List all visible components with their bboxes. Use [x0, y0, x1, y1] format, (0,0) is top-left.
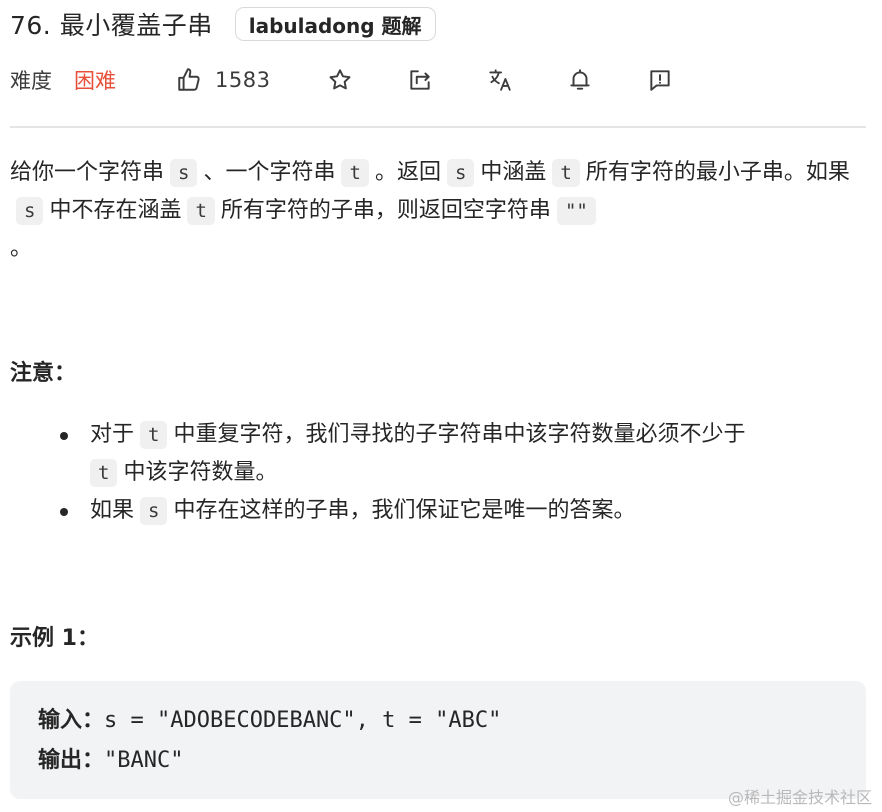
example-block: 输入：s = "ADOBECODEBANC", t = "ABC" 输出："BA… — [10, 681, 866, 799]
note-text: 中重复字符，我们寻找的子字符串中该字符数量必须不少于 — [173, 422, 746, 447]
notes-list: 对于 t 中重复字符，我们寻找的子字符串中该字符数量必须不少于 t 中该字符数量。 如果… — [10, 416, 866, 530]
code-t: t — [341, 159, 369, 187]
subscribe-button[interactable] — [566, 60, 594, 100]
list-item: 对于 t 中重复字符，我们寻找的子字符串中该字符数量必须不少于 t 中该字符数量。 — [10, 416, 866, 492]
desc-text: 中不存在涵盖 — [49, 198, 182, 223]
like-count: 1583 — [215, 68, 271, 92]
translate-icon — [486, 66, 514, 94]
note-text: 对于 — [90, 422, 135, 447]
note-text: 如果 — [90, 498, 135, 523]
desc-text: 、一个字符串 — [203, 160, 336, 185]
thumbs-up-icon — [175, 66, 203, 94]
note-text: 中该字符数量。 — [123, 460, 278, 485]
notes-heading: 注意： — [10, 361, 77, 386]
desc-text: 所有字符的子串，则返回空字符串 — [220, 198, 551, 223]
code-empty-string: "" — [556, 197, 596, 225]
example-input-line: 输入：s = "ADOBECODEBANC", t = "ABC" — [38, 701, 838, 741]
meta-row: 难度 困难 1583 — [10, 60, 870, 100]
solution-badge[interactable]: labuladong 题解 — [234, 7, 436, 41]
bell-icon — [566, 66, 594, 94]
code-t: t — [140, 421, 168, 449]
like-button[interactable]: 1583 — [175, 60, 270, 100]
feedback-icon — [646, 66, 674, 94]
translate-button[interactable] — [486, 60, 514, 100]
code-t: t — [90, 459, 118, 487]
desc-text: 给你一个字符串 — [10, 160, 165, 185]
difficulty: 难度 困难 — [10, 60, 116, 100]
input-value: s = "ADOBECODEBANC", t = "ABC" — [104, 708, 502, 733]
problem-title: 76. 最小覆盖子串 — [10, 11, 213, 40]
feedback-button[interactable] — [646, 60, 674, 100]
desc-text: 中涵盖 — [480, 160, 547, 185]
output-label: 输出： — [38, 748, 105, 773]
code-s: s — [16, 197, 44, 225]
example-heading: 示例 1： — [10, 626, 99, 651]
favorite-button[interactable] — [326, 60, 354, 100]
code-t: t — [552, 159, 580, 187]
desc-text: 。返回 — [374, 160, 441, 185]
code-s: s — [170, 159, 198, 187]
note-text: 中存在这样的子串，我们保证它是唯一的答案。 — [173, 498, 636, 523]
watermark: @稀土掘金技术社区 — [727, 788, 872, 807]
share-button[interactable] — [406, 60, 434, 100]
code-t: t — [187, 197, 215, 225]
code-s: s — [140, 497, 168, 525]
example-output-line: 输出："BANC" — [38, 741, 838, 781]
list-item: 如果 s 中存在这样的子串，我们保证它是唯一的答案。 — [10, 492, 866, 530]
desc-text: 所有字符的最小子串。如果 — [585, 160, 850, 185]
share-icon — [406, 66, 434, 94]
output-value: "BANC" — [104, 748, 184, 773]
title-row: 76. 最小覆盖子串 labuladong 题解 — [10, 6, 436, 42]
problem-description: 给你一个字符串 s 、一个字符串 t 。返回 s 中涵盖 t 所有字符的最小子串。如果s 中不存在… — [10, 154, 866, 267]
star-icon — [326, 66, 354, 94]
input-label: 输入： — [38, 708, 105, 733]
divider — [10, 126, 866, 128]
difficulty-label: 难度 — [10, 69, 52, 93]
code-s: s — [446, 159, 475, 187]
difficulty-value: 困难 — [74, 69, 116, 93]
desc-text: 。 — [10, 236, 33, 261]
